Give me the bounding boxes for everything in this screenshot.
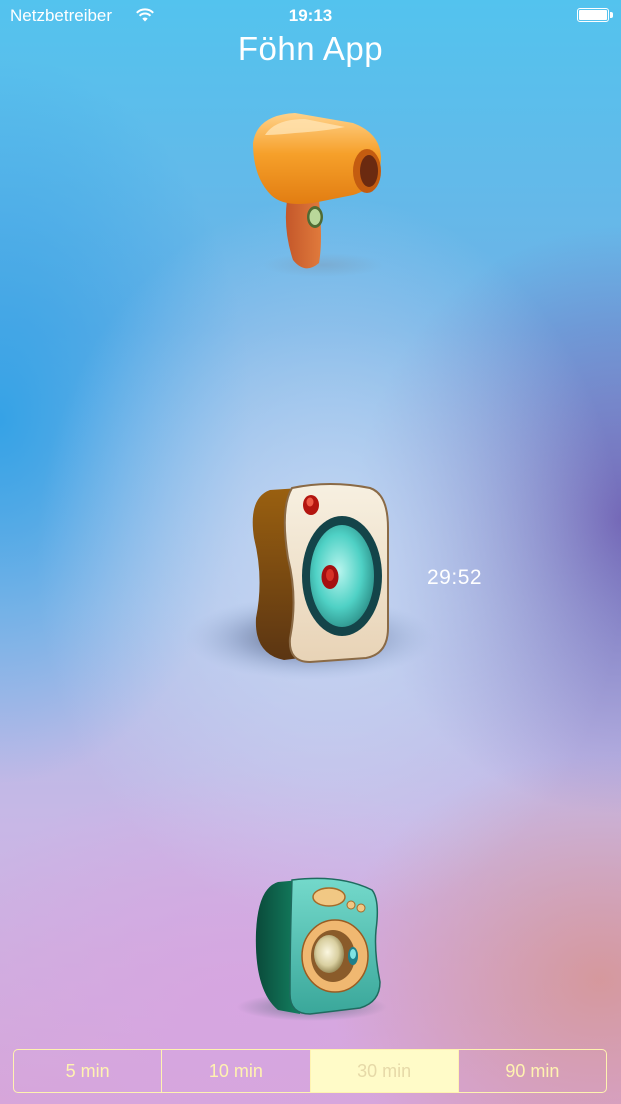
battery-icon <box>577 8 613 22</box>
duration-option-5-min[interactable]: 5 min <box>14 1050 163 1092</box>
timer-readout: 29:52 <box>427 566 483 589</box>
duration-option-10-min[interactable]: 10 min <box>162 1050 311 1092</box>
duration-option-30-min[interactable]: 30 min <box>310 1050 459 1092</box>
hairdryer-icon[interactable] <box>235 105 395 285</box>
duration-option-90-min[interactable]: 90 min <box>459 1050 606 1092</box>
page-title: Föhn App <box>237 30 384 67</box>
duration-picker: 5 min 10 min 30 min 90 min <box>13 1049 607 1093</box>
status-bar: Netzbetreiber 19:13 <box>0 0 621 32</box>
status-time: 19:13 <box>288 6 333 25</box>
fan-heater-icon[interactable] <box>170 478 440 688</box>
washing-machine-icon[interactable] <box>220 872 400 1032</box>
